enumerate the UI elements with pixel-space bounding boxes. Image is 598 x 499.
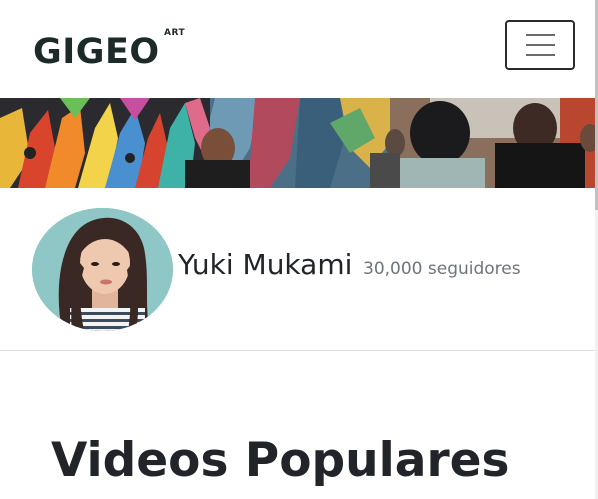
brand-superscript: ART	[164, 28, 186, 38]
brand-logo[interactable]: GIGEO ART	[33, 28, 185, 74]
street-graffiti-banner-image	[0, 98, 595, 188]
brand-name: GIGEO	[33, 32, 160, 72]
follower-count: 30,000 seguidores	[363, 259, 521, 279]
cover-banner	[0, 98, 595, 188]
profile-photo	[32, 208, 173, 331]
avatar[interactable]	[32, 208, 173, 331]
page: GIGEO ART Yuki Mukami 30,000 seguidores …	[0, 0, 595, 499]
profile-name: Yuki Mukami	[178, 248, 353, 281]
section-title: Videos Populares	[51, 433, 510, 488]
navbar: GIGEO ART	[0, 0, 595, 98]
profile-header: Yuki Mukami 30,000 seguidores	[0, 188, 595, 351]
hamburger-menu-button[interactable]	[505, 20, 575, 70]
